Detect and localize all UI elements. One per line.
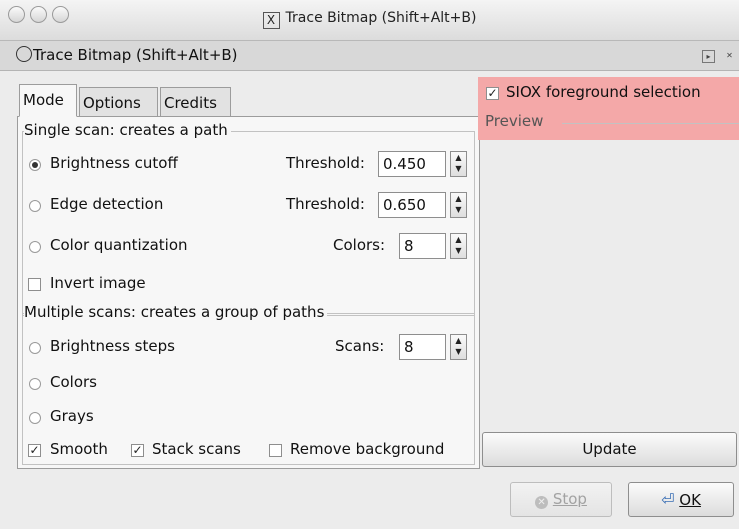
stop-label: Stop	[552, 490, 587, 508]
window-title: X Trace Bitmap (Shift+Alt+B)	[0, 10, 739, 29]
remove-background-checkbox[interactable]	[269, 444, 282, 457]
scans-count-input[interactable]: 8	[399, 334, 446, 360]
scans-count-label: Scans:	[335, 337, 385, 355]
edge-detection-radio[interactable]	[29, 200, 41, 212]
grays-label: Grays	[50, 407, 94, 425]
ok-button[interactable]: ⏎ OK	[628, 482, 734, 517]
colors-count-input[interactable]: 8	[399, 233, 446, 259]
tab-options[interactable]: Options	[79, 87, 158, 117]
brightness-threshold-input[interactable]: 0.450	[378, 151, 446, 177]
edge-threshold-input[interactable]: 0.650	[378, 192, 446, 218]
siox-checkbox[interactable]: ✓	[486, 87, 499, 100]
color-quantization-radio[interactable]	[29, 241, 41, 253]
color-quantization-label: Color quantization	[50, 236, 188, 254]
ok-label: OK	[679, 491, 701, 509]
stack-scans-checkbox[interactable]: ✓	[131, 444, 144, 457]
invert-image-checkbox[interactable]	[28, 278, 41, 291]
brightness-threshold-stepper[interactable]: ▲ ▼	[450, 151, 467, 177]
brightness-cutoff-label: Brightness cutoff	[50, 154, 178, 172]
remove-background-label: Remove background	[290, 440, 445, 458]
edge-threshold-stepper[interactable]: ▲ ▼	[450, 192, 467, 218]
brightness-cutoff-radio[interactable]	[29, 159, 41, 171]
colors-label: Colors	[50, 373, 97, 391]
brightness-threshold-label: Threshold:	[286, 154, 365, 172]
colors-radio[interactable]	[29, 378, 41, 390]
update-button[interactable]: Update	[482, 432, 737, 467]
preview-divider	[562, 123, 739, 124]
tab-mode[interactable]: Mode	[19, 84, 77, 117]
x11-icon: X	[262, 12, 280, 29]
scans-count-stepper[interactable]: ▲ ▼	[450, 334, 467, 360]
stack-scans-label: Stack scans	[152, 440, 241, 458]
mode-page: Single scan: creates a path Brightness c…	[17, 116, 480, 469]
window-titlebar: X Trace Bitmap (Shift+Alt+B)	[0, 0, 739, 41]
stop-button[interactable]: ✕ Stop	[510, 482, 612, 517]
enter-arrow-icon: ⏎	[661, 490, 675, 509]
preview-label: Preview	[485, 112, 544, 130]
brightness-steps-radio[interactable]	[29, 342, 41, 354]
dock-title: Trace Bitmap (Shift+Alt+B)	[16, 46, 238, 64]
single-scan-header: Single scan: creates a path	[24, 121, 231, 139]
stop-icon: ✕	[535, 496, 549, 509]
invert-image-label: Invert image	[50, 274, 146, 292]
dock-header: Trace Bitmap (Shift+Alt+B) ▸ ✕	[0, 41, 739, 71]
dock-title-text: Trace Bitmap (Shift+Alt+B)	[33, 46, 238, 64]
grays-radio[interactable]	[29, 412, 41, 424]
colors-count-stepper[interactable]: ▲ ▼	[450, 233, 467, 259]
brightness-steps-label: Brightness steps	[50, 337, 175, 355]
edge-threshold-label: Threshold:	[286, 195, 365, 213]
dock-float-icon[interactable]: ▸	[702, 50, 715, 63]
smooth-label: Smooth	[50, 440, 108, 458]
smooth-checkbox[interactable]: ✓	[28, 444, 41, 457]
multi-scan-header: Multiple scans: creates a group of paths	[24, 303, 328, 321]
colors-count-label: Colors:	[333, 236, 386, 254]
window-title-text: Trace Bitmap (Shift+Alt+B)	[285, 10, 477, 26]
edge-detection-label: Edge detection	[50, 195, 164, 213]
siox-label: SIOX foreground selection	[506, 83, 701, 101]
tab-credits[interactable]: Credits	[160, 87, 231, 117]
dock-close-icon[interactable]: ✕	[724, 50, 735, 61]
trace-bitmap-icon	[16, 46, 32, 62]
